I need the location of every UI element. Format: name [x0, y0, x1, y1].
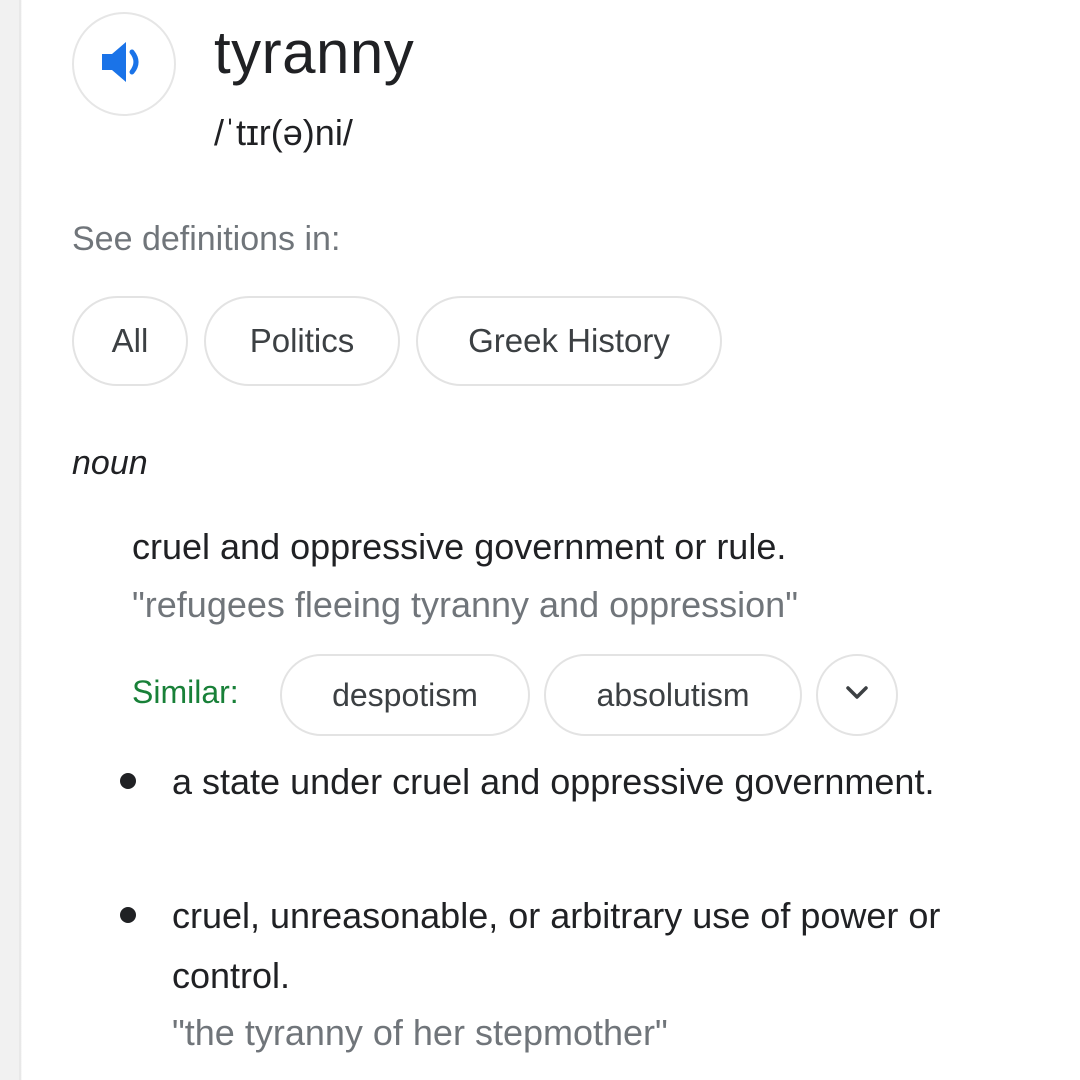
- chip-greek-history[interactable]: Greek History: [416, 296, 722, 386]
- synonym-absolutism[interactable]: absolutism: [544, 654, 802, 736]
- definition-source-chips: All Politics Greek History: [72, 296, 722, 386]
- sub-sense-text: cruel, unreasonable, or arbitrary use of…: [172, 895, 941, 996]
- chip-all[interactable]: All: [72, 296, 188, 386]
- headword: tyranny: [214, 19, 415, 86]
- phonetic-spelling: /ˈtɪr(ə)ni/: [214, 112, 353, 153]
- part-of-speech: noun: [72, 444, 148, 482]
- more-synonyms-button[interactable]: [816, 654, 898, 736]
- left-divider: [0, 0, 22, 1080]
- sub-sense-example: "the tyranny of her stepmother": [172, 1012, 668, 1053]
- similar-label: Similar:: [132, 674, 239, 710]
- definition-example: "refugees fleeing tyranny and oppression…: [132, 584, 798, 625]
- bullet-dot: [120, 907, 136, 923]
- bullet-dot: [120, 773, 136, 789]
- chevron-down-icon: [845, 685, 869, 706]
- chip-politics[interactable]: Politics: [204, 296, 400, 386]
- pronunciation-play-button[interactable]: [72, 12, 176, 116]
- synonym-chips: despotism absolutism: [280, 654, 898, 736]
- synonym-despotism[interactable]: despotism: [280, 654, 530, 736]
- see-definitions-label: See definitions in:: [72, 220, 341, 258]
- sub-sense-text: a state under cruel and oppressive gover…: [172, 761, 935, 802]
- definition-text: cruel and oppressive government or rule.: [132, 526, 787, 567]
- speaker-volume-icon: [100, 40, 148, 89]
